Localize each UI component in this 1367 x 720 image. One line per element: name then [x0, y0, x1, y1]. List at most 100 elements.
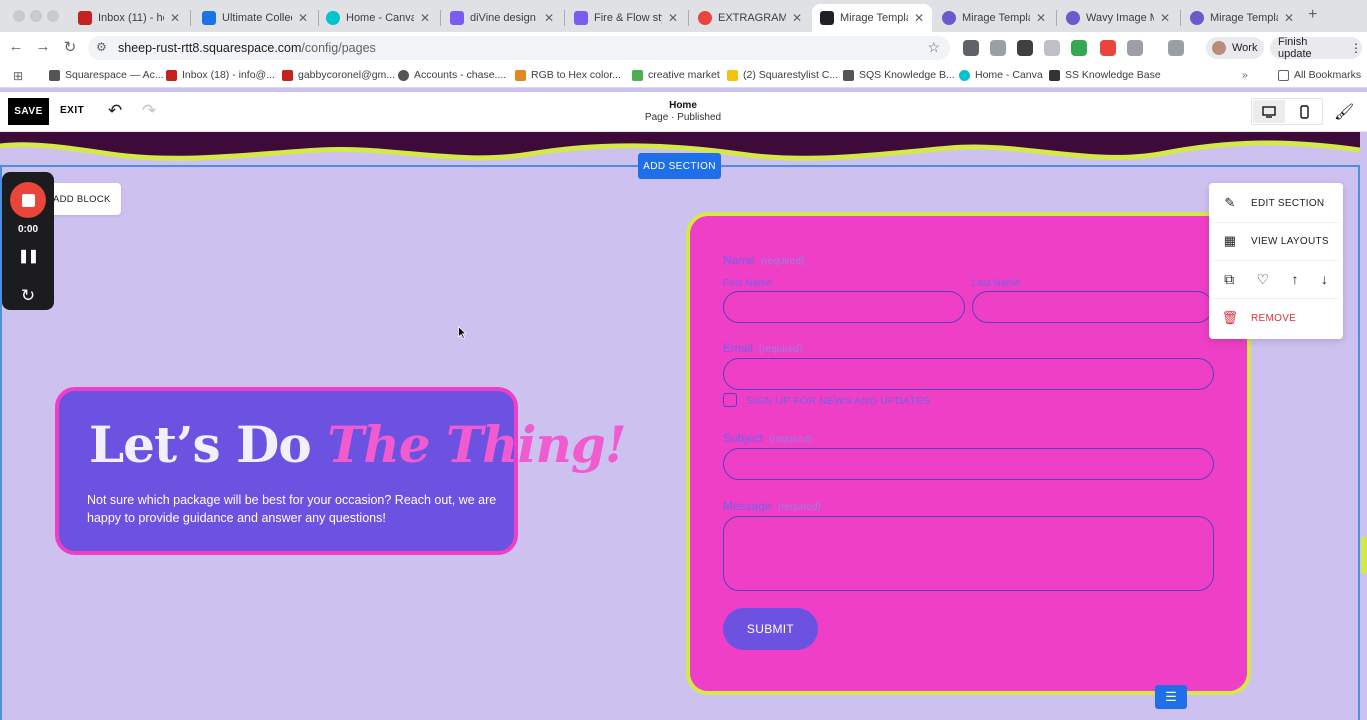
desktop-view-icon[interactable] [1253, 100, 1285, 123]
browser-tab[interactable]: Fire & Flow style✕ [566, 4, 686, 32]
rgb-icon [515, 69, 526, 81]
email-field[interactable] [723, 358, 1214, 390]
extension-icon[interactable] [1071, 40, 1087, 56]
camera-icon[interactable] [1044, 40, 1060, 56]
extension-icon[interactable] [1100, 40, 1116, 56]
bookmark-item[interactable]: Accounts - chase.... [398, 69, 506, 81]
gear-icon [1066, 11, 1080, 25]
submit-button[interactable]: SUBMIT [723, 608, 818, 650]
mobile-view-icon[interactable] [1290, 100, 1318, 123]
site-styles-icon[interactable]: 🖌 [1334, 102, 1354, 122]
reload-icon[interactable]: ↻ [60, 38, 80, 56]
email-label: Email (required) [723, 341, 803, 355]
site-settings-icon[interactable]: ⚙ [96, 40, 107, 54]
browser-tab[interactable]: diVine design Pr✕ [442, 4, 562, 32]
exit-button[interactable]: EXIT [60, 105, 84, 116]
browser-tab[interactable]: Mirage Template✕ [1182, 4, 1302, 32]
browser-tab[interactable]: Home - Canva ✕ [318, 4, 438, 32]
forward-icon[interactable]: → [33, 38, 53, 55]
close-icon[interactable]: ✕ [298, 11, 308, 25]
browser-tab[interactable]: EXTRAGRAMS!✕ [690, 4, 810, 32]
bookmarks-overflow-icon[interactable]: » [1242, 69, 1248, 81]
bookmark-item[interactable]: RGB to Hex color... [515, 69, 621, 81]
apps-grid-icon[interactable] [1017, 40, 1033, 56]
newsletter-checkbox[interactable] [723, 393, 737, 407]
close-icon[interactable]: ✕ [544, 11, 554, 25]
finish-update-button[interactable]: Finish update ⋮ [1270, 36, 1362, 60]
profile-button[interactable]: Work [1206, 37, 1264, 59]
bookmark-item[interactable]: creative market [632, 69, 720, 81]
bookmark-item[interactable]: Squarespace — Ac... [49, 69, 164, 81]
close-icon[interactable]: ✕ [1284, 11, 1294, 25]
bookmark-item[interactable]: Inbox (18) - info@... [166, 69, 275, 81]
window-close-button[interactable] [13, 10, 25, 22]
puzzle-icon[interactable] [1127, 40, 1143, 56]
bookmark-star-icon[interactable]: ☆ [927, 39, 940, 56]
arrow-down-icon[interactable]: ↓ [1321, 271, 1328, 287]
folder-icon [1278, 69, 1289, 81]
edit-section-button[interactable]: ✎ EDIT SECTION [1213, 187, 1339, 219]
window-zoom-button[interactable] [47, 10, 59, 22]
browser-tab[interactable]: Ultimate Collecti✕ [194, 4, 316, 32]
browser-tab[interactable]: Inbox (11) - hello✕ [70, 4, 188, 32]
extension-icon[interactable] [990, 40, 1006, 56]
arrow-up-icon[interactable]: ↑ [1291, 271, 1298, 287]
add-section-button[interactable]: ADD SECTION [638, 153, 721, 179]
close-icon[interactable]: ✕ [1160, 11, 1170, 25]
redo-icon[interactable]: ↷ [142, 101, 156, 121]
apps-icon[interactable]: ⊞ [13, 69, 23, 83]
close-icon[interactable]: ✕ [792, 11, 802, 25]
chase-icon [398, 69, 409, 81]
browser-tab-active[interactable]: Mirage Template✕ [812, 4, 932, 32]
close-icon[interactable]: ✕ [170, 11, 180, 25]
bookmark-item[interactable]: SS Knowledge Base [1049, 69, 1161, 81]
browser-tab[interactable]: Mirage Template✕ [934, 4, 1054, 32]
view-layouts-button[interactable]: ▦ VIEW LAYOUTS [1213, 225, 1339, 257]
canva-icon [959, 69, 970, 81]
close-icon[interactable]: ✕ [1036, 11, 1046, 25]
browser-toolbar: ← → ↻ ⚙ sheep-rust-rtt8.squarespace.com/… [0, 32, 1367, 64]
section-quick-actions: ⧉ ♡ ↑ ↓ [1213, 263, 1339, 295]
gear-icon [1190, 11, 1204, 25]
hero-text-card[interactable]: Let’s Do The Thing! Not sure which packa… [55, 387, 627, 555]
side-panel-icon[interactable] [1168, 40, 1184, 56]
bookmark-item[interactable]: Home - Canva [959, 69, 1043, 81]
heart-icon[interactable]: ♡ [1257, 271, 1270, 288]
bookmark-item[interactable]: gabbycoronel@gm... [282, 69, 395, 81]
bookmark-item[interactable]: SQS Knowledge B... [843, 69, 955, 81]
last-name-label: Last Name [972, 278, 1021, 289]
bookmark-item[interactable]: (2) Squarestylist C... [727, 69, 838, 81]
extension-icon[interactable] [963, 40, 979, 56]
subject-label: Subject (required) [723, 431, 813, 445]
close-icon[interactable]: ✕ [420, 11, 430, 25]
remove-section-button[interactable]: 🗑 REMOVE [1213, 302, 1339, 334]
message-field[interactable] [723, 516, 1214, 591]
section-spacing-icon[interactable]: ☰ [1155, 685, 1187, 709]
back-icon[interactable]: ← [6, 38, 26, 55]
close-icon[interactable]: ✕ [914, 11, 924, 25]
first-name-field[interactable] [723, 291, 965, 323]
stop-recording-button[interactable] [10, 182, 46, 218]
first-name-label: First Name [723, 278, 772, 289]
pause-icon[interactable]: ❚❚ [2, 248, 54, 264]
contact-form-block[interactable]: Name (required) First Name Last Name Emai… [686, 212, 1251, 695]
duplicate-icon[interactable]: ⧉ [1224, 271, 1234, 288]
browser-tab[interactable]: Wavy Image Mas✕ [1058, 4, 1178, 32]
all-bookmarks-button[interactable]: All Bookmarks [1278, 69, 1361, 81]
undo-icon[interactable]: ↶ [108, 101, 122, 121]
save-button[interactable]: SAVE [8, 98, 49, 125]
mouse-cursor-icon [458, 326, 467, 339]
last-name-field[interactable] [972, 291, 1213, 323]
scrollbar-thumb[interactable] [1361, 536, 1367, 574]
subject-field[interactable] [723, 448, 1214, 480]
restart-icon[interactable]: ↻ [2, 286, 54, 306]
window-minimize-button[interactable] [30, 10, 42, 22]
page-status: Page · Published [644, 112, 722, 123]
editor-toolbar: SAVE EXIT ↶ ↷ Home Page · Published 🖌 [0, 92, 1367, 132]
close-icon[interactable]: ✕ [668, 11, 678, 25]
drive-icon [202, 11, 216, 25]
address-bar[interactable]: ⚙ sheep-rust-rtt8.squarespace.com/config… [88, 36, 950, 60]
section-actions-menu: ✎ EDIT SECTION ▦ VIEW LAYOUTS ⧉ ♡ ↑ ↓ 🗑 … [1209, 183, 1343, 339]
new-tab-button[interactable]: + [1308, 6, 1317, 24]
gmail-icon [78, 11, 92, 25]
